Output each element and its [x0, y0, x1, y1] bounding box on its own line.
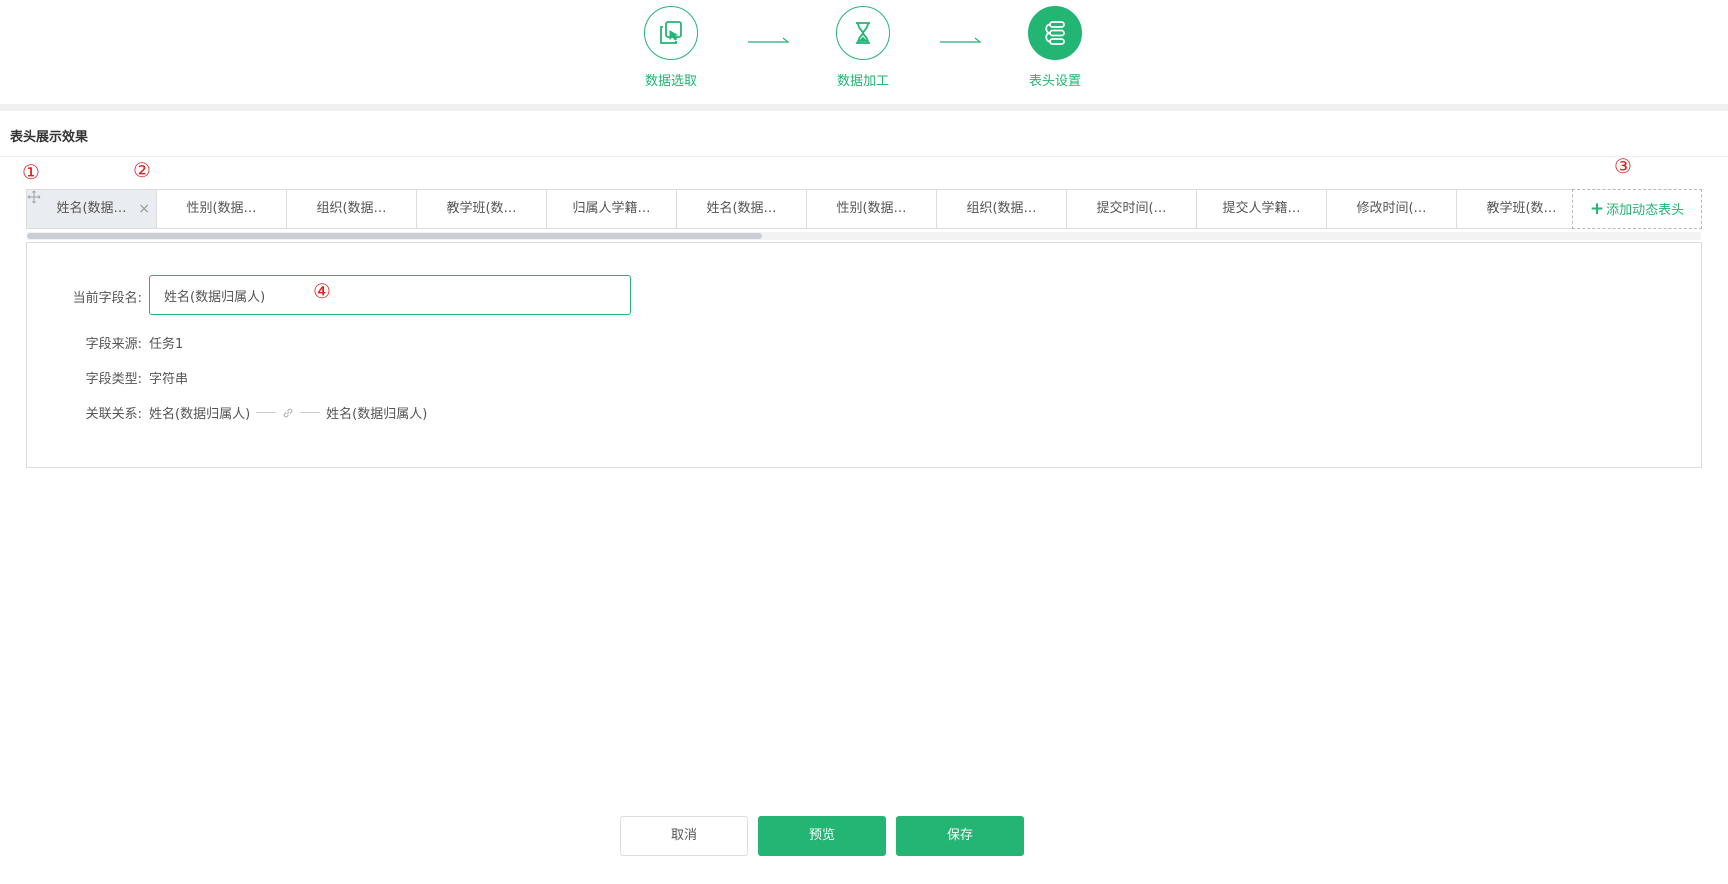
header-column[interactable]: 组织(数据… [287, 190, 417, 228]
marker-1: ① [22, 160, 40, 184]
link-list-icon [1028, 6, 1082, 60]
link-icon [283, 408, 293, 417]
section-title: 表头展示效果 [10, 130, 89, 145]
header-column[interactable]: 教学班(数… [417, 190, 547, 228]
header-column[interactable]: 姓名(数据… [677, 190, 807, 228]
scrollbar-thumb[interactable] [27, 233, 762, 239]
plus-icon: + [1589, 199, 1605, 219]
close-icon[interactable]: × [138, 190, 150, 228]
relation-label: 关联关系: [85, 407, 142, 422]
field-type-value: 字符串 [149, 372, 189, 387]
header-column[interactable]: 教学班(数… [1457, 190, 1587, 228]
field-source-label: 字段来源: [85, 337, 142, 352]
header-column-label: 姓名(数据… [56, 201, 127, 216]
header-column[interactable]: 组织(数据… [937, 190, 1067, 228]
header-column-selected[interactable]: 姓名(数据… × [27, 190, 157, 228]
divider [0, 156, 1728, 157]
header-column[interactable]: 提交人学籍… [1197, 190, 1327, 228]
relation-left-field: 姓名(数据归属人) [149, 407, 251, 422]
relation-value: 姓名(数据归属人) 姓名(数据归属人) [149, 403, 427, 422]
step-data-select[interactable]: 数据选取 [611, 6, 731, 89]
add-dynamic-header-button[interactable]: + 添加动态表头 [1572, 189, 1702, 229]
header-columns-row: 姓名(数据… × 性别(数据… 组织(数据… 教学班(数… 归属人学籍… 姓名(… [26, 189, 1702, 229]
field-source-value: 任务1 [149, 337, 184, 352]
cancel-button[interactable]: 取消 [620, 816, 748, 856]
marker-2: ② [133, 158, 151, 182]
header-column[interactable]: 修改时间(… [1327, 190, 1457, 228]
header-column[interactable]: 归属人学籍… [547, 190, 677, 228]
header-column[interactable]: 性别(数据… [807, 190, 937, 228]
header-column[interactable]: 提交时间(… [1067, 190, 1197, 228]
horizontal-scrollbar[interactable] [27, 232, 1701, 240]
save-button[interactable]: 保存 [896, 816, 1024, 856]
marker-4: ④ [313, 279, 331, 303]
field-detail-panel: 当前字段名: ④ 字段来源: 任务1 字段类型: 字符串 关联关系: 姓名(数据… [26, 242, 1702, 468]
divider-band [0, 104, 1728, 111]
arrow-right-icon [940, 37, 982, 43]
field-name-label: 当前字段名: [72, 291, 142, 306]
divider [300, 412, 321, 413]
hourglass-icon [836, 6, 890, 60]
drag-move-icon[interactable] [27, 190, 41, 204]
field-name-input[interactable] [149, 275, 631, 315]
preview-button[interactable]: 预览 [758, 816, 886, 856]
relation-right-field: 姓名(数据归属人) [326, 407, 428, 422]
step-header-settings[interactable]: 表头设置 [995, 6, 1115, 89]
step-label: 数据选取 [644, 74, 697, 89]
divider [256, 412, 277, 413]
step-data-process[interactable]: 数据加工 [803, 6, 923, 89]
steps-header: 数据选取 数据加工 表头设置 [0, 0, 1728, 104]
marker-3: ③ [1614, 154, 1632, 178]
header-column[interactable]: 性别(数据… [157, 190, 287, 228]
field-type-label: 字段类型: [85, 372, 142, 387]
arrow-right-icon [748, 37, 790, 43]
copy-cursor-icon [644, 6, 698, 60]
step-label: 数据加工 [836, 74, 889, 89]
add-dynamic-label: 添加动态表头 [1606, 203, 1685, 218]
step-label: 表头设置 [1028, 74, 1081, 89]
